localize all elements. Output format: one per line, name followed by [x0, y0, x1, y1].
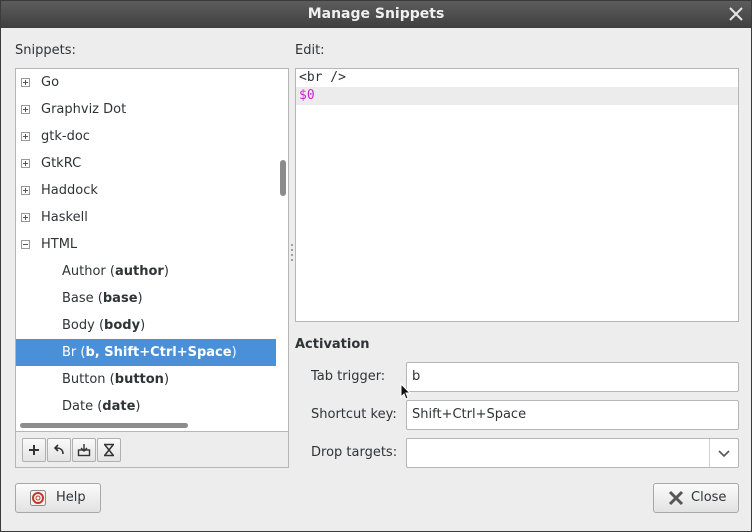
tree-row-label: gtk-doc — [41, 129, 90, 144]
combo-arrow-button[interactable] — [709, 439, 738, 467]
tree-row-label: Haskell — [41, 210, 88, 225]
tree-row-label: HTML — [41, 237, 78, 252]
snippet-trigger: body — [104, 318, 141, 333]
tree-row[interactable]: Haskell — [16, 204, 276, 231]
tree-row-label: Graphviz Dot — [41, 102, 127, 117]
help-button[interactable]: Help — [15, 483, 101, 513]
mouse-pointer-icon — [400, 383, 412, 400]
tree-row[interactable]: Date (date) — [16, 393, 276, 420]
expand-icon[interactable] — [21, 159, 30, 168]
revert-icon — [53, 444, 64, 455]
tree-row[interactable]: GtkRC — [16, 150, 276, 177]
drop-targets-label: Drop targets: — [311, 445, 398, 460]
tree-row-label: GtkRC — [41, 156, 82, 171]
activation-heading: Activation — [295, 337, 370, 352]
window-title: Manage Snippets — [307, 6, 445, 22]
snippet-trigger: b, Shift+Ctrl+Space — [85, 345, 232, 360]
tree-row[interactable]: Haddock — [16, 177, 276, 204]
editor-line: <br /> — [299, 70, 346, 85]
edit-label: Edit: — [295, 43, 325, 58]
expand-icon[interactable] — [21, 213, 30, 222]
tree-row-label: Author (author) — [62, 264, 169, 279]
add-icon — [29, 445, 39, 455]
title-bar: Manage Snippets — [1, 1, 751, 28]
close-window-icon[interactable] — [727, 5, 745, 23]
tree-row[interactable]: gtk-doc — [16, 123, 276, 150]
tree-row[interactable]: Body (body) — [16, 312, 276, 339]
snippet-trigger: button — [114, 372, 164, 387]
expand-icon[interactable] — [21, 132, 30, 141]
manage-snippets-dialog: Manage Snippets Snippets: Edit: Go Graphv… — [0, 0, 752, 532]
tree-row[interactable]: Base (base) — [16, 285, 276, 312]
tree-row-label: Button (button) — [62, 372, 170, 387]
revert-snippet-button[interactable] — [47, 438, 71, 462]
snippet-editor[interactable]: <br /> $0 — [295, 68, 739, 322]
pane-resize-handle[interactable] — [291, 241, 294, 269]
tree-row-label: Date (date) — [62, 399, 141, 414]
snippets-label: Snippets: — [15, 43, 76, 58]
close-button-label: Close — [691, 490, 727, 505]
close-button[interactable]: Close — [653, 483, 739, 513]
tree-row[interactable]: Br (b, Shift+Ctrl+Space) — [16, 339, 276, 366]
tree-row-label: Body (body) — [62, 318, 146, 333]
help-button-label: Help — [56, 490, 86, 505]
snippets-toolbar — [15, 432, 289, 468]
tree-row[interactable]: Button (button) — [16, 366, 276, 393]
tree-row-label: Haddock — [41, 183, 98, 198]
shortcut-key-label: Shortcut key: — [311, 407, 397, 422]
snippets-tree[interactable]: Go Graphviz Dot gtk-doc GtkRC Haddock Haskell… — [15, 68, 289, 432]
expand-icon[interactable] — [21, 186, 30, 195]
tab-trigger-input[interactable]: b — [406, 362, 739, 392]
snippet-trigger: author — [115, 264, 164, 279]
snippet-trigger: base — [102, 291, 138, 306]
import-icon — [77, 444, 91, 457]
close-icon — [668, 490, 684, 506]
tree-row[interactable]: HTML — [16, 231, 276, 258]
tab-trigger-label: Tab trigger: — [311, 369, 386, 384]
tree-row-label: Base (base) — [62, 291, 143, 306]
editor-line-current: $0 — [296, 87, 738, 105]
collapse-icon[interactable] — [21, 240, 30, 249]
tree-row-label: Br (b, Shift+Ctrl+Space) — [62, 345, 237, 360]
tree-row[interactable]: Go — [16, 69, 276, 96]
export-icon — [104, 443, 114, 457]
tree-row[interactable]: Author (author) — [16, 258, 276, 285]
horizontal-scrollbar[interactable] — [20, 423, 188, 428]
snippet-trigger: date — [102, 399, 136, 414]
chevron-down-icon — [718, 450, 730, 458]
shortcut-key-input[interactable]: Shift+Ctrl+Space — [406, 400, 739, 430]
expand-icon[interactable] — [21, 105, 30, 114]
add-snippet-button[interactable] — [22, 438, 46, 462]
tree-row[interactable]: Graphviz Dot — [16, 96, 276, 123]
import-snippets-button[interactable] — [72, 438, 96, 462]
help-icon — [30, 490, 46, 506]
expand-icon[interactable] — [21, 78, 30, 87]
tree-row-label: Go — [41, 75, 60, 90]
export-snippets-button[interactable] — [97, 438, 121, 462]
vertical-scrollbar[interactable] — [280, 160, 286, 196]
drop-targets-combo[interactable] — [406, 438, 739, 468]
